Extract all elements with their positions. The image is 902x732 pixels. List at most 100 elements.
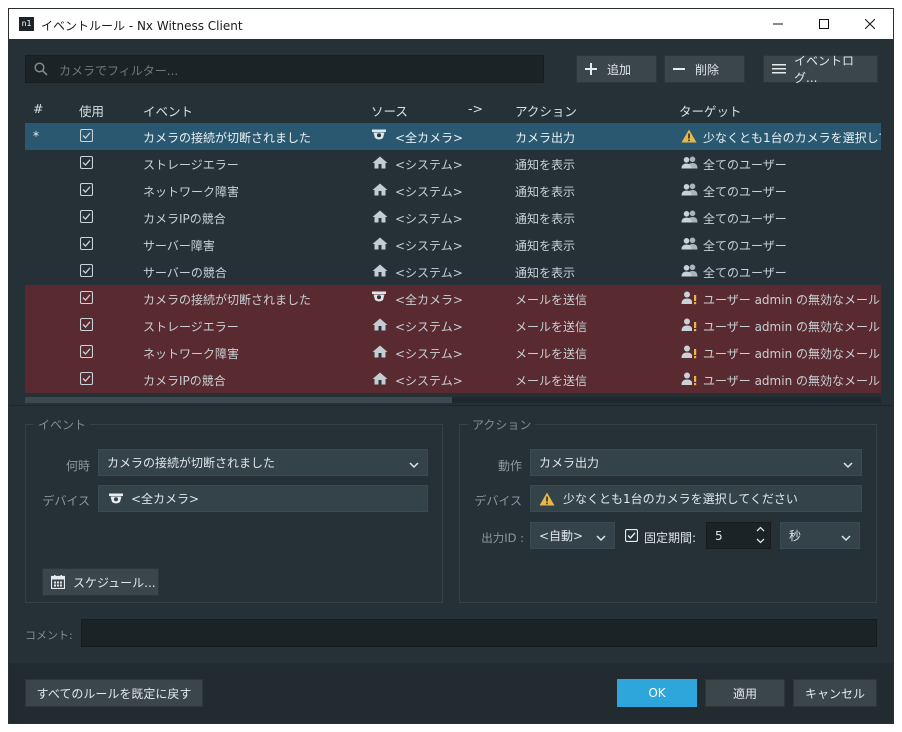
search-input[interactable]: カメラでフィルター... — [25, 55, 544, 83]
row-event: カメラIPの競合 — [143, 212, 226, 226]
enabled-checkbox[interactable] — [79, 209, 94, 224]
reset-rules-label: すべてのルールを既定に戻す — [36, 686, 192, 701]
table-row[interactable]: ストレージエラー <システム> 通知を表示 全てのユーザー — [25, 150, 881, 177]
rules-table: # 使用 イベント ソース -> アクション ターゲット * カメラの接続が切断さ… — [25, 95, 893, 407]
spin-down-icon[interactable] — [756, 538, 765, 544]
table-row[interactable]: ネットワーク障害 <システム> 通知を表示 全てのユーザー — [25, 177, 881, 204]
event-log-button[interactable]: イベントログ... — [763, 54, 878, 85]
enabled-checkbox[interactable] — [79, 236, 94, 251]
row-source: <全カメラ> — [395, 131, 464, 145]
table-row[interactable]: サーバー障害 <システム> 通知を表示 全てのユーザー — [25, 231, 881, 258]
column-header-arrow[interactable]: -> — [468, 101, 483, 116]
title-bar[interactable]: n1 イベントルール - Nx Witness Client — [9, 9, 893, 39]
output-id-dropdown[interactable]: <自動> — [530, 522, 615, 549]
row-target: 全てのユーザー — [703, 158, 787, 172]
row-action: 通知を表示 — [515, 158, 576, 172]
row-source: <システム> — [395, 374, 463, 388]
action-panel: アクション 動作 カメラ出力 デバイス 少なくとも1台のカメラを選択してください… — [459, 416, 877, 603]
ok-button[interactable]: OK — [617, 679, 697, 707]
enabled-checkbox[interactable] — [79, 317, 94, 332]
enabled-checkbox[interactable] — [79, 128, 94, 143]
row-source: <システム> — [395, 347, 463, 361]
duration-unit-value: 秒 — [789, 529, 802, 543]
row-event: ネットワーク障害 — [143, 347, 240, 361]
when-value: カメラの接続が切断されました — [107, 456, 276, 470]
home-icon — [372, 372, 388, 388]
row-event: ネットワーク障害 — [143, 185, 240, 199]
enabled-checkbox[interactable] — [79, 371, 94, 386]
action-panel-legend: アクション — [468, 416, 536, 433]
column-header-target[interactable]: ターゲット — [679, 101, 742, 120]
when-dropdown[interactable]: カメラの接続が切断されました — [98, 449, 428, 476]
spin-up-icon[interactable] — [756, 526, 765, 532]
column-header-action[interactable]: アクション — [515, 101, 577, 120]
output-id-value: <自動> — [539, 529, 584, 543]
row-event: ストレージエラー — [143, 158, 239, 172]
schedule-button[interactable]: スケジュール... — [42, 568, 159, 596]
row-event: カメラIPの競合 — [143, 374, 226, 388]
home-icon — [372, 183, 388, 199]
delete-button-label: 削除 — [695, 62, 720, 77]
users-icon — [681, 156, 698, 172]
row-target: ユーザー admin の無効なメール ア — [703, 293, 881, 307]
table-row[interactable]: カメラIPの競合 <システム> 通知を表示 全てのユーザー — [25, 204, 881, 231]
duration-unit-dropdown[interactable]: 秒 — [780, 522, 860, 549]
enabled-checkbox[interactable] — [79, 344, 94, 359]
enabled-checkbox[interactable] — [79, 290, 94, 305]
event-device-selector[interactable]: <全カメラ> — [98, 485, 428, 512]
table-row[interactable]: サーバーの競合 <システム> 通知を表示 全てのユーザー — [25, 258, 881, 285]
chevron-down-icon — [843, 458, 853, 472]
reset-rules-button[interactable]: すべてのルールを既定に戻す — [25, 679, 203, 707]
action-type-dropdown[interactable]: カメラ出力 — [530, 449, 862, 476]
table-row[interactable]: * カメラの接続が切断されました <全カメラ> カメラ出力 少なくとも1台のカメラを選択… — [25, 123, 881, 150]
action-type-value: カメラ出力 — [539, 456, 600, 470]
user-warning-icon — [681, 318, 698, 335]
column-header-num[interactable]: # — [33, 101, 43, 116]
enabled-checkbox[interactable] — [79, 182, 94, 197]
ok-label: OK — [648, 686, 666, 700]
column-header-enabled[interactable]: 使用 — [79, 101, 104, 120]
table-row[interactable]: ストレージエラー <システム> メールを送信 ユーザー admin の無効なメール ア — [25, 312, 881, 339]
row-event: ストレージエラー — [143, 320, 239, 334]
delete-button[interactable]: 削除 — [664, 55, 745, 83]
row-action: 通知を表示 — [515, 239, 576, 253]
enabled-checkbox[interactable] — [79, 155, 94, 170]
home-icon — [372, 210, 388, 226]
users-icon — [681, 264, 698, 280]
camera-icon — [372, 291, 386, 306]
action-device-label: デバイス — [474, 494, 522, 508]
cancel-label: キャンセル — [804, 686, 865, 701]
maximize-button[interactable] — [801, 9, 847, 39]
scrollbar-thumb[interactable] — [25, 397, 452, 403]
when-label: 何時 — [65, 459, 90, 473]
table-row[interactable]: カメラの接続が切断されました <全カメラ> メールを送信 ユーザー admin の無効… — [25, 285, 881, 312]
duration-spinbox[interactable]: 5 — [706, 522, 771, 549]
row-target: 全てのユーザー — [703, 185, 787, 199]
row-action: メールを送信 — [515, 347, 588, 361]
column-header-source[interactable]: ソース — [371, 101, 408, 120]
search-placeholder: カメラでフィルター... — [59, 64, 179, 78]
horizontal-scrollbar[interactable] — [25, 397, 881, 403]
column-header-event[interactable]: イベント — [143, 101, 193, 120]
cancel-button[interactable]: キャンセル — [793, 679, 877, 707]
table-row[interactable]: ネットワーク障害 <システム> メールを送信 ユーザー admin の無効なメール ア — [25, 339, 881, 366]
fixed-duration-checkbox[interactable] — [625, 529, 638, 542]
row-target: 全てのユーザー — [703, 212, 787, 226]
row-source: <システム> — [395, 320, 463, 334]
minimize-button[interactable] — [755, 9, 801, 39]
maximize-icon — [819, 19, 829, 29]
row-action: カメラ出力 — [515, 131, 576, 145]
add-button[interactable]: 追加 — [576, 55, 657, 83]
close-button[interactable] — [847, 9, 893, 39]
comment-input[interactable] — [81, 619, 877, 647]
calendar-icon — [51, 575, 65, 589]
table-row[interactable]: カメラIPの競合 <システム> メールを送信 ユーザー admin の無効なメール ア — [25, 366, 881, 393]
search-icon — [34, 62, 48, 79]
row-number: * — [33, 129, 39, 143]
apply-button[interactable]: 適用 — [705, 679, 785, 707]
apply-label: 適用 — [732, 686, 757, 701]
row-target: ユーザー admin の無効なメール ア — [703, 374, 881, 388]
enabled-checkbox[interactable] — [79, 263, 94, 278]
row-target: 全てのユーザー — [703, 239, 787, 253]
action-device-selector[interactable]: 少なくとも1台のカメラを選択してください — [530, 485, 862, 512]
